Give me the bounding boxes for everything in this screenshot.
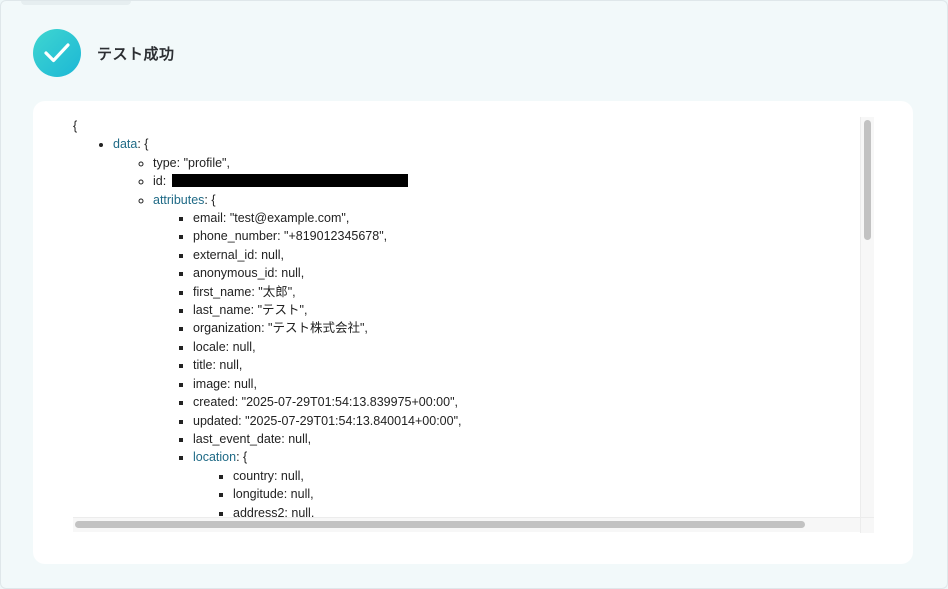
json-line: longitude: null,	[233, 485, 873, 503]
json-node-attributes: attributes: { email: "test@example.com",…	[153, 191, 873, 517]
top-tab-edge	[21, 1, 131, 5]
success-badge	[33, 29, 81, 77]
json-key-attributes-suffix: : {	[204, 192, 216, 207]
redacted-id-value	[171, 174, 408, 188]
horizontal-scrollbar[interactable]	[73, 517, 860, 532]
json-line: external_id: null,	[193, 246, 873, 264]
json-node-data: data: { type: "profile", id: attributes:…	[113, 135, 873, 517]
json-line: organization: "テスト株式会社",	[193, 319, 873, 337]
json-output-card: { data: { type: "profile", id: attribute…	[33, 101, 913, 564]
json-line: address2: null,	[233, 504, 873, 517]
json-line: last_name: "テスト",	[193, 301, 873, 319]
json-line: last_event_date: null,	[193, 430, 873, 448]
result-panel: テスト成功 { data: { type: "profile", id: att…	[0, 0, 948, 589]
json-line-id: id:	[153, 172, 873, 190]
json-line: title: null,	[193, 356, 873, 374]
vertical-scrollbar[interactable]	[860, 117, 874, 533]
check-icon	[44, 43, 70, 63]
json-key-data[interactable]: data	[113, 137, 137, 151]
json-key-attributes[interactable]: attributes	[153, 193, 204, 207]
json-line: locale: null,	[193, 338, 873, 356]
json-line-type: type: "profile",	[153, 154, 873, 172]
json-line: image: null,	[193, 375, 873, 393]
json-line: updated: "2025-07-29T01:54:13.840014+00:…	[193, 412, 873, 430]
json-line: created: "2025-07-29T01:54:13.839975+00:…	[193, 393, 873, 411]
json-line: first_name: "太郎",	[193, 283, 873, 301]
json-key-data-suffix: : {	[137, 137, 149, 152]
horizontal-scroll-thumb[interactable]	[75, 521, 805, 528]
json-line: anonymous_id: null,	[193, 264, 873, 282]
json-line: email: "test@example.com",	[193, 209, 873, 227]
result-title: テスト成功	[97, 45, 175, 63]
json-id-label: id:	[153, 174, 167, 189]
result-header: テスト成功	[33, 29, 175, 77]
json-line: phone_number: "+819012345678",	[193, 227, 873, 245]
json-viewer[interactable]: { data: { type: "profile", id: attribute…	[73, 117, 873, 517]
json-open-brace: {	[73, 119, 78, 133]
json-key-location-suffix: : {	[236, 450, 248, 465]
vertical-scroll-thumb[interactable]	[864, 120, 871, 240]
scrollbar-corner	[860, 517, 874, 532]
json-node-location: location: { country: null, longitude: nu…	[193, 448, 873, 517]
json-key-location[interactable]: location	[193, 450, 236, 464]
json-line: country: null,	[233, 467, 873, 485]
